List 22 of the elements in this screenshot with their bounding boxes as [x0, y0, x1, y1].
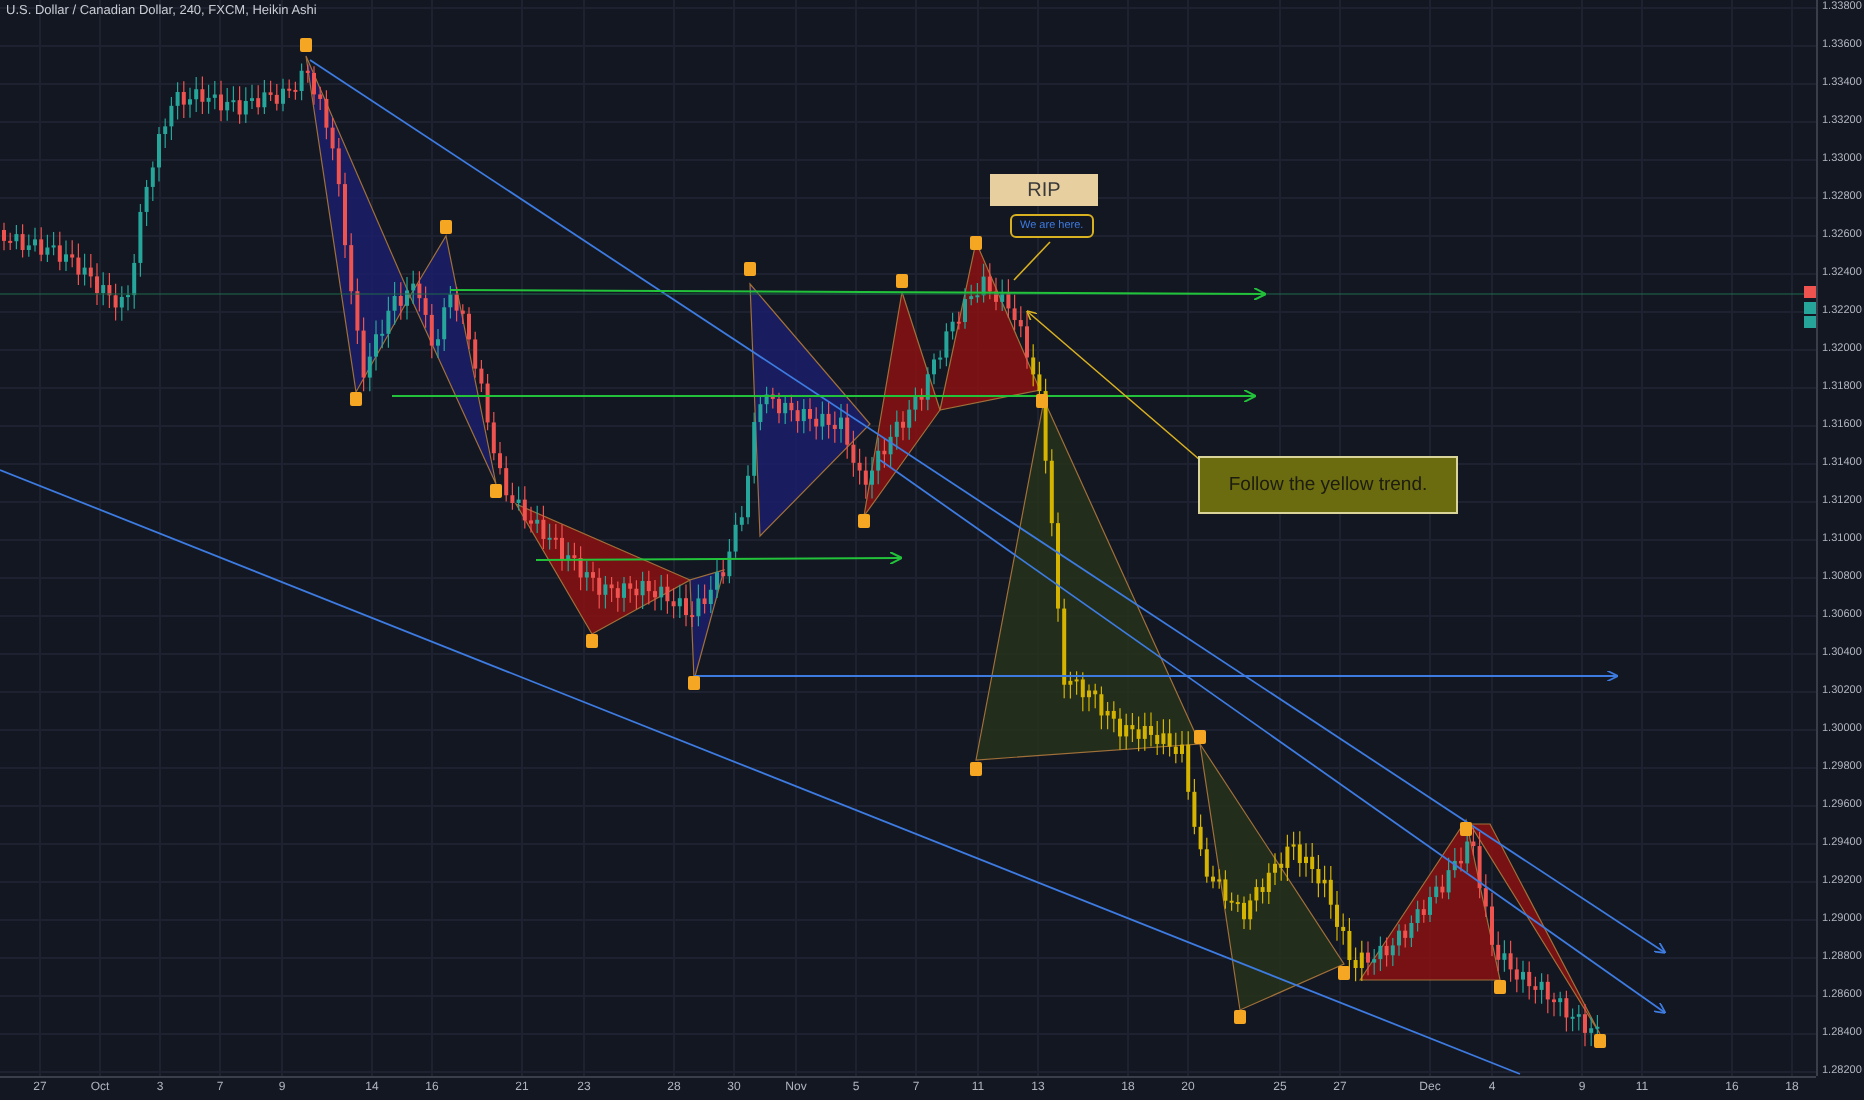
point-marker — [1594, 1034, 1606, 1048]
point-marker — [970, 236, 982, 250]
point-marker — [688, 676, 700, 690]
point-marker — [1036, 394, 1048, 408]
point-marker — [896, 274, 908, 288]
point-marker — [1460, 822, 1472, 836]
point-marker — [744, 262, 756, 276]
point-marker — [1194, 730, 1206, 744]
point-marker — [440, 220, 452, 234]
point-marker — [1234, 1010, 1246, 1024]
trend-note: Follow the yellow trend. — [1198, 456, 1458, 514]
price-marker — [1804, 286, 1816, 298]
point-marker — [300, 38, 312, 52]
point-marker — [490, 484, 502, 498]
point-marker — [350, 392, 362, 406]
rip-note: RIP — [990, 174, 1098, 206]
leader-line — [1013, 241, 1051, 281]
point-marker — [1494, 980, 1506, 994]
point-marker — [858, 514, 870, 528]
point-marker — [586, 634, 598, 648]
point-marker — [970, 762, 982, 776]
point-marker — [1338, 966, 1350, 980]
